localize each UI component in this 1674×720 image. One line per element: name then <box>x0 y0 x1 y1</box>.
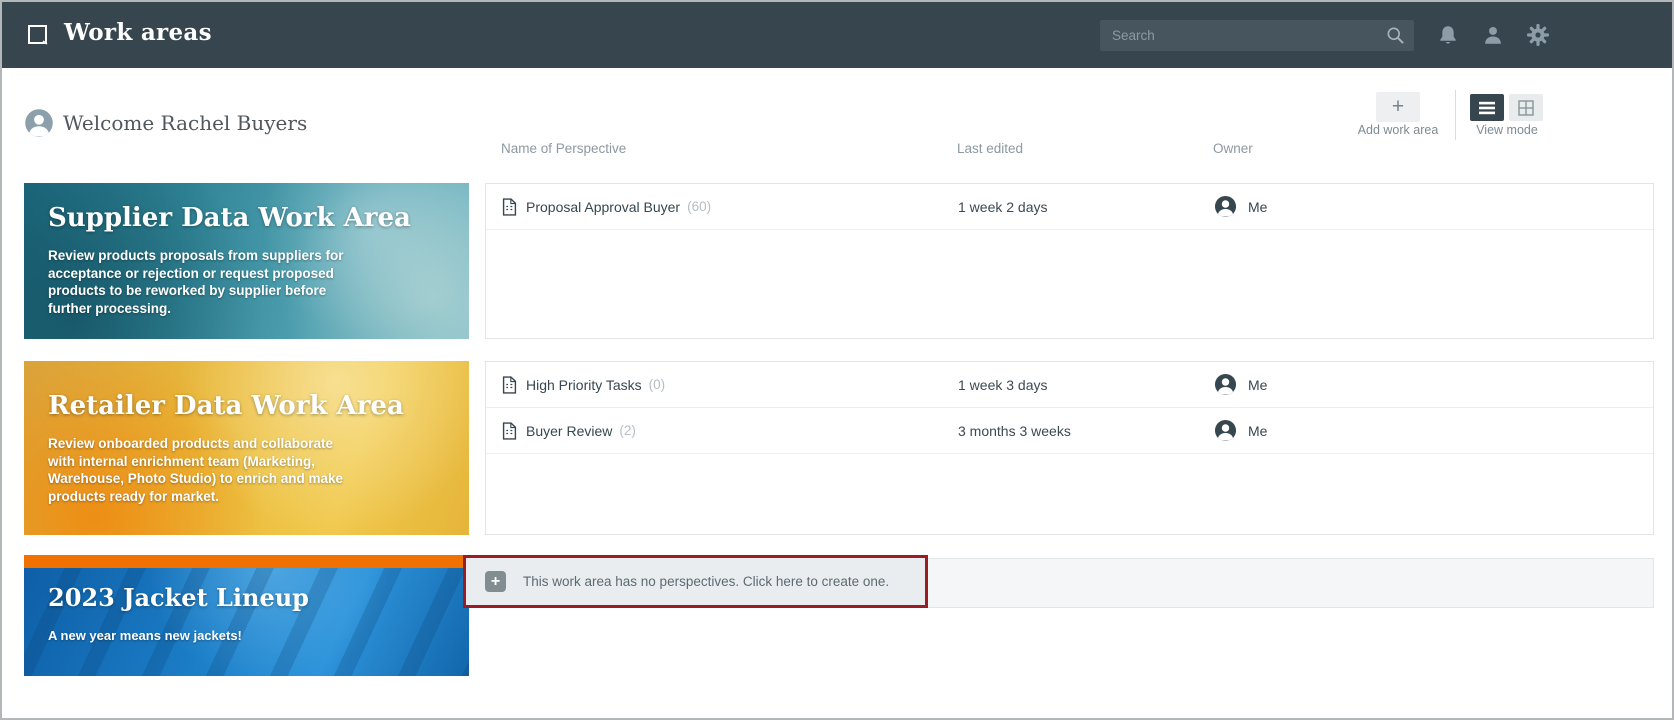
work-area-section-supplier: Supplier Data Work Area Review products … <box>24 183 1654 339</box>
owner-avatar <box>1214 419 1237 442</box>
perspective-last-edited: 1 week 2 days <box>958 199 1048 215</box>
notifications-bell-icon[interactable] <box>1437 24 1459 46</box>
perspective-owner: Me <box>1214 195 1267 218</box>
user-profile-icon[interactable] <box>1482 24 1504 46</box>
perspectives-panel: Proposal Approval Buyer (60) 1 week 2 da… <box>485 183 1654 339</box>
welcome-avatar <box>24 108 54 138</box>
work-area-section-retailer: Retailer Data Work Area Review onboarded… <box>24 361 1654 535</box>
perspective-owner: Me <box>1214 419 1267 442</box>
owner-name: Me <box>1248 199 1267 215</box>
perspective-name: High Priority Tasks <box>526 377 642 393</box>
top-bar: Work areas <box>2 2 1672 68</box>
app-logo-icon <box>26 23 50 47</box>
column-header-name: Name of Perspective <box>501 141 626 156</box>
column-header-last-edited: Last edited <box>957 141 1023 156</box>
owner-name: Me <box>1248 377 1267 393</box>
perspective-owner: Me <box>1214 373 1267 396</box>
page-title: Work areas <box>64 19 212 46</box>
welcome-message: Welcome Rachel Buyers <box>63 111 307 135</box>
perspective-name: Buyer Review <box>526 423 612 439</box>
add-work-area-label: Add work area <box>1332 123 1464 137</box>
owner-name: Me <box>1248 423 1267 439</box>
perspective-row[interactable]: Buyer Review (2) 3 months 3 weeks Me <box>486 408 1653 454</box>
work-area-section-jacket-lineup: 2023 Jacket Lineup A new year means new … <box>24 555 1654 676</box>
search-icon[interactable] <box>1385 25 1405 45</box>
work-areas-screen: Work areas Welcome Rachel Buyers + Add w… <box>0 0 1674 720</box>
owner-avatar <box>1214 195 1237 218</box>
perspective-document-icon <box>502 376 517 394</box>
perspective-count: (60) <box>687 199 711 214</box>
search-box <box>1100 20 1414 51</box>
work-area-title: Supplier Data Work Area <box>48 203 445 233</box>
plus-icon: + <box>485 571 506 592</box>
perspective-last-edited: 1 week 3 days <box>958 377 1048 393</box>
work-area-tagline: A new year means new jackets! <box>48 628 445 643</box>
work-area-title: 2023 Jacket Lineup <box>48 583 445 612</box>
work-area-description: Review products proposals from suppliers… <box>48 247 358 317</box>
work-area-card-jacket-lineup[interactable]: 2023 Jacket Lineup A new year means new … <box>24 555 469 676</box>
search-input[interactable] <box>1100 20 1414 51</box>
work-area-card-retailer[interactable]: Retailer Data Work Area Review onboarded… <box>24 361 469 535</box>
perspective-name: Proposal Approval Buyer <box>526 199 680 215</box>
list-view-icon <box>1477 100 1497 116</box>
work-area-card-supplier[interactable]: Supplier Data Work Area Review products … <box>24 183 469 339</box>
perspective-document-icon <box>502 198 517 216</box>
create-perspective-banner[interactable]: + This work area has no perspectives. Cl… <box>463 555 928 608</box>
view-mode-list-button[interactable] <box>1470 94 1504 121</box>
settings-gear-icon[interactable] <box>1526 23 1550 47</box>
grid-view-icon <box>1517 99 1535 117</box>
owner-avatar <box>1214 373 1237 396</box>
work-area-title: Retailer Data Work Area <box>48 391 445 421</box>
column-header-owner: Owner <box>1213 141 1253 156</box>
work-area-description: Review onboarded products and collaborat… <box>48 435 358 505</box>
perspectives-panel: High Priority Tasks (0) 1 week 3 days Me… <box>485 361 1654 535</box>
perspective-last-edited: 3 months 3 weeks <box>958 423 1071 439</box>
view-mode-label: View mode <box>1456 123 1558 137</box>
empty-state-message: This work area has no perspectives. Clic… <box>523 574 889 589</box>
card-accent-stripe <box>24 555 469 568</box>
add-work-area-button[interactable]: + <box>1376 92 1420 122</box>
perspective-row[interactable]: High Priority Tasks (0) 1 week 3 days Me <box>486 362 1653 408</box>
perspective-document-icon <box>502 422 517 440</box>
perspective-row[interactable]: Proposal Approval Buyer (60) 1 week 2 da… <box>486 184 1653 230</box>
perspective-count: (0) <box>649 377 666 392</box>
perspective-count: (2) <box>619 423 636 438</box>
view-mode-grid-button[interactable] <box>1509 94 1543 121</box>
